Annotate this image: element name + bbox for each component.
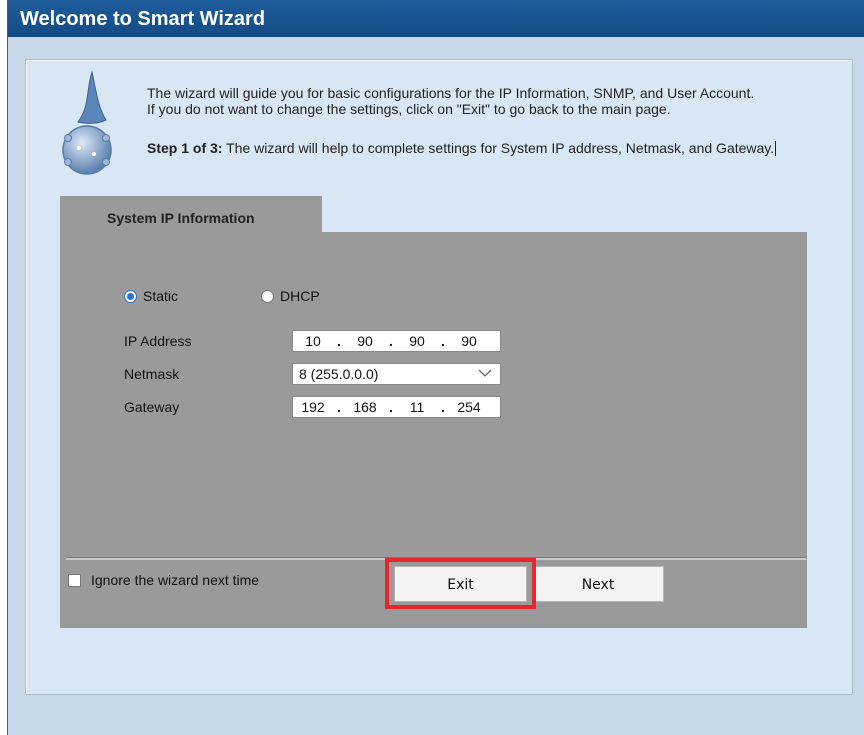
gateway-octet-2[interactable]: 168 (345, 399, 385, 415)
gateway-input[interactable]: 192. 168. 11. 254 (292, 396, 501, 418)
static-radio-label: Static (143, 288, 179, 304)
next-button[interactable]: Next (532, 566, 664, 602)
ip-separator: . (389, 333, 393, 349)
ignore-wizard-option[interactable]: Ignore the wizard next time (68, 572, 259, 588)
static-radio[interactable] (124, 289, 137, 303)
netmask-value: 8 (255.0.0.0) (299, 366, 379, 382)
gateway-octet-1[interactable]: 192 (293, 399, 333, 415)
step-description: Step 1 of 3: The wizard will help to com… (147, 140, 847, 156)
step-label: Step 1 of 3: (147, 140, 223, 156)
intro-line-2: If you do not want to change the setting… (147, 101, 671, 117)
ip-octet-3[interactable]: 90 (397, 333, 437, 349)
gateway-label: Gateway (124, 399, 180, 415)
ip-octet-2[interactable]: 90 (345, 333, 385, 349)
dhcp-radio[interactable] (261, 289, 274, 303)
gateway-separator: . (441, 399, 445, 415)
ignore-wizard-checkbox[interactable] (68, 573, 81, 587)
ip-address-input[interactable]: 10. 90. 90. 90 (292, 330, 501, 352)
intro-text: The wizard will guide you for basic conf… (147, 85, 847, 117)
window-title: Welcome to Smart Wizard (8, 0, 864, 37)
static-radio-option[interactable]: Static (124, 288, 178, 304)
tab-system-ip-information[interactable]: System IP Information (60, 196, 322, 236)
dhcp-radio-label: DHCP (280, 288, 320, 304)
ignore-wizard-label: Ignore the wizard next time (91, 572, 260, 588)
netmask-label: Netmask (124, 366, 180, 382)
gateway-separator: . (389, 399, 393, 415)
wizard-hat-icon (62, 70, 112, 175)
gateway-separator: . (337, 399, 341, 415)
gateway-octet-3[interactable]: 11 (397, 399, 437, 415)
text-cursor (775, 141, 777, 156)
ip-octet-1[interactable]: 10 (293, 333, 333, 349)
gateway-octet-4[interactable]: 254 (449, 399, 489, 415)
ip-separator: . (441, 333, 445, 349)
ip-address-label: IP Address (124, 333, 192, 349)
step-text: The wizard will help to complete setting… (222, 140, 775, 156)
dhcp-radio-option[interactable]: DHCP (261, 288, 320, 304)
chevron-down-icon (478, 369, 492, 377)
exit-button-highlight (385, 558, 536, 609)
intro-line-1: The wizard will guide you for basic conf… (147, 85, 755, 101)
ip-separator: . (337, 333, 341, 349)
ip-octet-4[interactable]: 90 (449, 333, 489, 349)
netmask-select[interactable]: 8 (255.0.0.0) (292, 363, 501, 385)
